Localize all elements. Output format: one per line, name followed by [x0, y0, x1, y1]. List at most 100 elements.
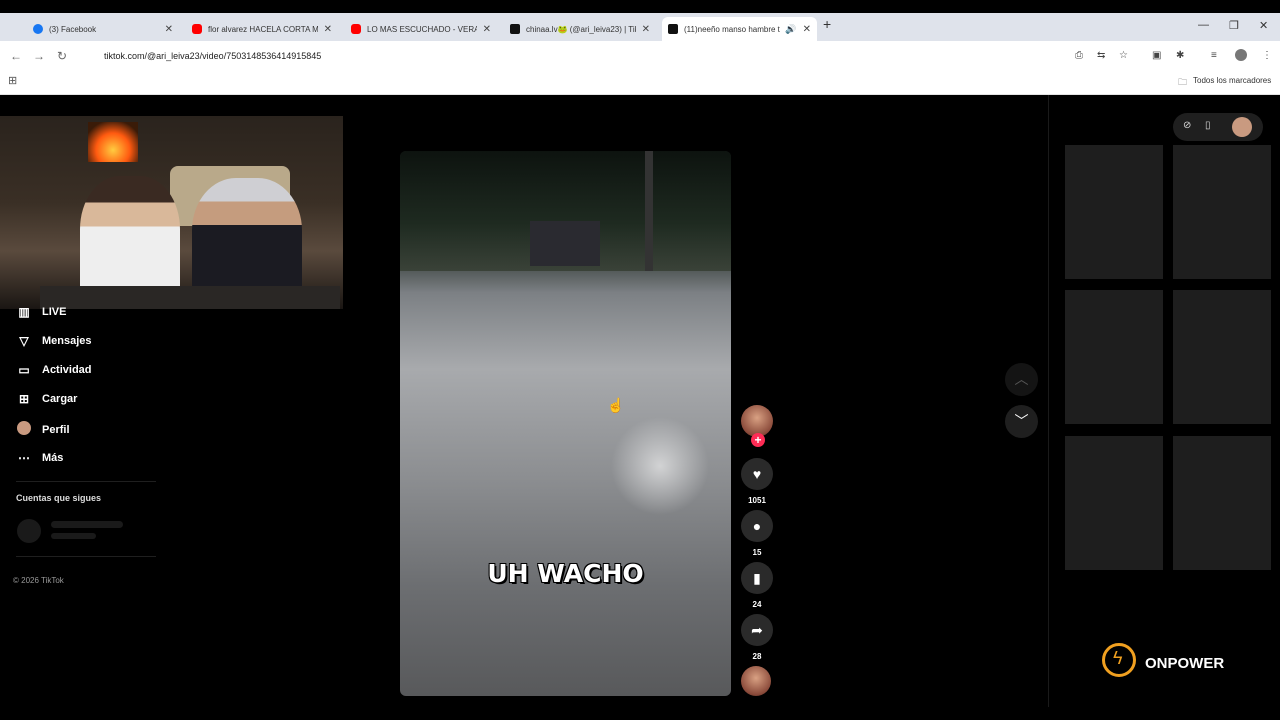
close-icon[interactable]: ✕ [803, 24, 811, 35]
speaker-icon[interactable]: 🔊 [785, 24, 796, 35]
comment-action[interactable]: ● 15 [741, 510, 773, 557]
sidebar-item-label: Cargar [42, 393, 78, 405]
tab-facebook[interactable]: (3) Facebook ✕ [27, 17, 179, 41]
video-thumbnail[interactable] [1065, 145, 1163, 279]
star-icon[interactable]: ☆ [1119, 50, 1128, 61]
menu-icon[interactable]: ⋮ [1262, 50, 1272, 61]
share-icon[interactable]: ➦ [741, 614, 773, 646]
sidebar-item-label: Más [42, 452, 64, 464]
video-thumbnail[interactable] [1065, 436, 1163, 570]
onpower-logo-text: ONPOWER [1145, 655, 1225, 672]
profile-icon [16, 421, 32, 438]
close-icon[interactable]: ✕ [483, 24, 491, 35]
footer-copyright: © 2026 TikTok [13, 576, 64, 585]
heart-icon[interactable]: ♥ [741, 458, 773, 490]
address-bar-row: ← → ↻ tiktok.com/@ari_leiva23/video/7503… [0, 41, 1280, 70]
share-count: 28 [752, 652, 762, 661]
share-action[interactable]: ➦ 28 [741, 614, 773, 661]
more-icon: ⋯ [18, 451, 30, 465]
video-thumbnail[interactable] [1173, 145, 1271, 279]
previous-video-button[interactable]: ︿ [1005, 363, 1038, 396]
video-thumbnail[interactable] [1173, 290, 1271, 424]
close-icon[interactable]: ✕ [642, 24, 650, 35]
comment-icon[interactable]: ● [741, 510, 773, 542]
close-icon[interactable]: ✕ [165, 24, 173, 35]
youtube-icon [351, 24, 361, 34]
screen-top-strip [0, 0, 1280, 13]
media-icon[interactable]: ≡ [1211, 50, 1217, 61]
sidebar-divider [16, 481, 156, 482]
following-title: Cuentas que sigues [16, 493, 102, 503]
puzzle-icon[interactable]: ✱ [1176, 50, 1184, 61]
tiktok-icon [510, 24, 520, 34]
save-action[interactable]: ▮ 24 [741, 562, 773, 609]
sidebar-divider [16, 556, 156, 557]
forward-icon[interactable]: → [33, 49, 45, 63]
tab-youtube-1[interactable]: flor alvarez HACELA CORTA MO ✕ [186, 17, 338, 41]
like-count: 1051 [748, 496, 766, 505]
top-actions-pill: ⊘ ▯ [1173, 113, 1263, 141]
restore-button[interactable]: ❐ [1229, 19, 1239, 32]
tab-label: (3) Facebook [49, 24, 97, 34]
sidebar-item-upload[interactable]: ⊞ Cargar [16, 392, 78, 406]
sidebar-item-messages[interactable]: ▽ Mensajes [16, 334, 92, 348]
skeleton-line [51, 533, 96, 539]
account-avatar[interactable] [1235, 49, 1247, 61]
folder-icon: 🗀 [1178, 77, 1188, 87]
youtube-icon [192, 24, 202, 34]
bookmark-icon[interactable]: ▮ [741, 562, 773, 594]
bolt-icon: ϟ [1113, 648, 1123, 668]
video-thumbnail[interactable] [1065, 290, 1163, 424]
apps-icon[interactable]: ⊞ [8, 74, 17, 87]
fireplace-image [88, 122, 138, 162]
tab-tiktok-profile[interactable]: chinaa.lv🐸 (@ari_leiva23) | TikT ✕ [504, 17, 656, 41]
follow-button[interactable]: + [751, 433, 765, 447]
tiktok-icon [668, 24, 678, 34]
back-icon[interactable]: ← [10, 49, 22, 63]
compass-icon[interactable]: ⊘ [1183, 120, 1191, 131]
url-text: tiktok.com/@ari_leiva23/video/7503148536… [104, 51, 322, 61]
sidebar-item-more[interactable]: ⋯ Más [16, 451, 63, 465]
user-avatar[interactable] [1232, 117, 1252, 137]
lamp-post-image [645, 151, 653, 271]
music-disc-avatar[interactable] [741, 666, 771, 696]
webcam-overlay [0, 116, 343, 309]
tab-label: flor alvarez HACELA CORTA MO [208, 24, 318, 34]
window-close-button[interactable]: ✕ [1259, 19, 1268, 32]
minimize-button[interactable]: — [1198, 19, 1209, 31]
browser-tab-bar: (3) Facebook ✕ flor alvarez HACELA CORTA… [0, 13, 1280, 41]
device-icon[interactable]: ▯ [1205, 120, 1211, 131]
comment-count: 15 [752, 548, 762, 557]
activity-icon: ▭ [18, 363, 30, 377]
bench-image [530, 221, 600, 266]
close-icon[interactable]: ✕ [324, 24, 332, 35]
sidebar-item-label: Mensajes [42, 335, 92, 347]
reload-icon[interactable]: ↻ [57, 49, 67, 63]
like-action[interactable]: ♥ 1051 [741, 458, 773, 505]
sidebar-item-label: Perfil [42, 423, 70, 436]
translate-icon[interactable]: ⇆ [1097, 50, 1105, 61]
tab-label: LO MAS ESCUCHADO - VERAN [367, 24, 477, 34]
sidebar-item-activity[interactable]: ▭ Actividad [16, 363, 91, 377]
bookmarks-bar: ⊞ 🗀 Todos los marcadores [0, 70, 1280, 95]
desk-image [40, 286, 340, 309]
all-bookmarks-label[interactable]: Todos los marcadores [1193, 76, 1271, 85]
tab-label: chinaa.lv🐸 (@ari_leiva23) | TikT [526, 24, 636, 34]
new-tab-button[interactable]: + [823, 16, 831, 32]
onpower-logo-icon: ϟ [1102, 643, 1136, 677]
video-thumbnail[interactable] [1173, 436, 1271, 570]
cursor-icon: ☝ [607, 397, 625, 413]
install-icon[interactable]: ⎙ [1075, 50, 1083, 61]
video-caption: UH WACHO [487, 559, 644, 588]
tab-label: (11)neeño manso hambre t [684, 24, 780, 34]
url-field[interactable]: tiktok.com/@ari_leiva23/video/7503148536… [86, 46, 1056, 66]
extension-icon[interactable]: ▣ [1152, 50, 1161, 61]
sidebar-item-live[interactable]: ▥ LIVE [16, 305, 66, 319]
next-video-button[interactable]: ﹀ [1005, 405, 1038, 438]
tab-tiktok-video[interactable]: (11)neeño manso hambre t 🔊 ✕ [662, 17, 817, 41]
upload-icon: ⊞ [18, 392, 30, 406]
skeleton-line [51, 521, 123, 528]
tab-youtube-2[interactable]: LO MAS ESCUCHADO - VERAN ✕ [345, 17, 497, 41]
sidebar-item-profile[interactable]: Perfil [16, 421, 70, 438]
video-player[interactable]: UH WACHO ☝ [400, 151, 731, 696]
